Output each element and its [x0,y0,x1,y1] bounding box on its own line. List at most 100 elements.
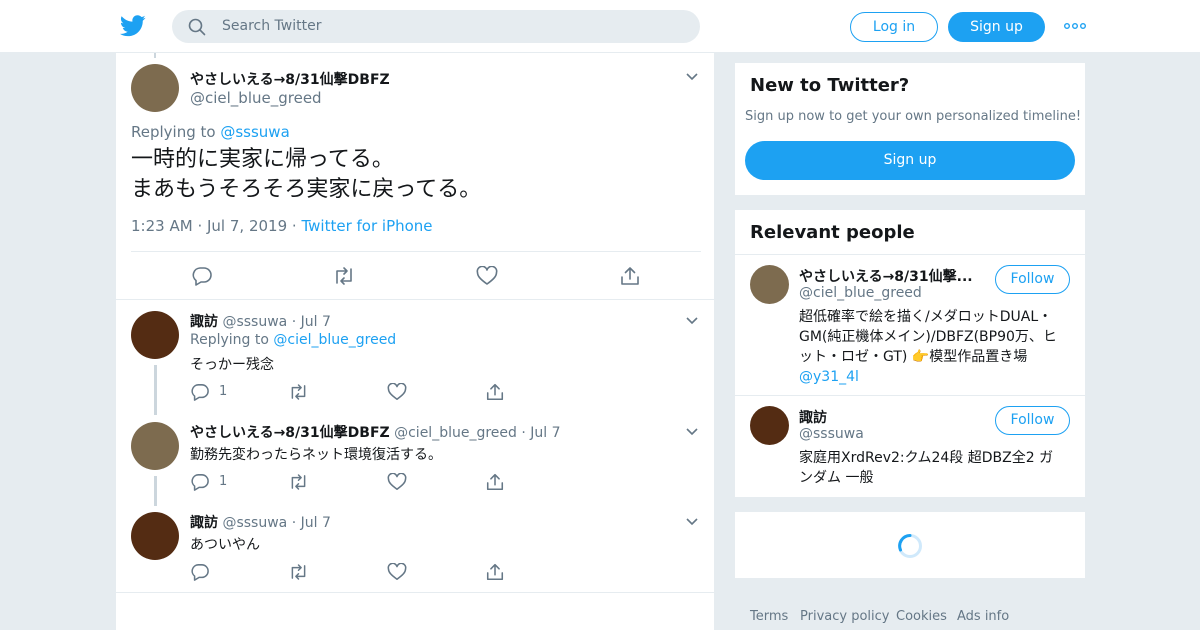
chevron-down-icon[interactable] [686,73,698,81]
author-handle[interactable]: @sssuwa [222,314,287,330]
separator-dot: · [521,425,526,441]
login-button[interactable]: Log in [850,12,938,42]
panel-subtitle: Sign up now to get your own personalized… [745,109,1082,124]
follow-button[interactable]: Follow [995,406,1070,435]
retweet-icon[interactable] [288,563,309,581]
divider [735,395,1085,396]
signup-button[interactable]: Sign up [948,12,1045,42]
chevron-down-icon[interactable] [686,518,698,526]
top-bar: Search Twitter Log in Sign up [0,0,1200,53]
chevron-down-icon[interactable] [686,428,698,436]
tweet-date[interactable]: Jul 7, 2019 [207,217,287,235]
like-icon[interactable] [387,473,407,491]
author-handle[interactable]: @sssuwa [222,515,287,531]
footer-privacy-link[interactable]: Privacy policy [800,609,889,624]
share-icon[interactable] [485,562,505,582]
bio-line: ット・ロゼ・GT) 👉模型作品置き場 [799,349,1028,365]
retweet-icon[interactable] [288,383,309,401]
share-icon[interactable] [485,382,505,402]
avatar[interactable] [131,311,179,359]
author-name[interactable]: やさしいえる→8/31仙撃DBFZ [190,69,390,89]
footer-ads-link[interactable]: Ads info [957,609,1009,624]
like-icon[interactable] [387,383,407,401]
avatar[interactable] [131,64,179,112]
divider [116,592,716,593]
reply-count: 1 [219,384,228,399]
tweet-date[interactable]: Jul 7 [301,314,331,330]
like-icon[interactable] [476,266,498,286]
retweet-icon[interactable] [288,473,309,491]
more-options-icon[interactable] [1064,18,1086,34]
search-icon [188,18,206,36]
avatar[interactable] [131,422,179,470]
share-icon[interactable] [619,265,641,287]
panel-title: New to Twitter? [750,75,910,96]
tweet-header: 諏訪 @sssuwa · Jul 7 [190,512,331,532]
thread-connector [154,53,156,58]
avatar[interactable] [131,512,179,560]
tweet-source[interactable]: Twitter for iPhone [301,217,432,235]
person-bio: 超低確率で絵を描く/メダロットDUAL・ GM(純正機体メイン)/DBFZ(BP… [799,307,1079,387]
replying-prefix: Replying to [131,123,216,141]
person-name[interactable]: やさしいえる→8/31仙撃... [799,266,973,286]
author-name[interactable]: 諏訪 [190,314,218,330]
panel-title: Relevant people [750,222,915,243]
like-icon[interactable] [387,563,407,581]
person-handle[interactable]: @sssuwa [799,426,864,442]
sidebar-signup-button[interactable]: Sign up [745,141,1075,180]
tweet-text: あついやん [190,537,260,553]
replying-to-link[interactable]: @ciel_blue_greed [273,332,396,348]
tweet-metadata: 1:23 AM · Jul 7, 2019 · Twitter for iPho… [131,217,433,235]
separator-dot: · [291,515,297,531]
footer-terms-link[interactable]: Terms [750,609,788,624]
author-name[interactable]: やさしいえる→8/31仙撃DBFZ [190,425,390,441]
author-handle[interactable]: @ciel_blue_greed [394,425,517,441]
tweet-text: 一時的に実家に帰ってる。 まあもうそろそろ実家に戻ってる。 [131,145,481,205]
tweet-text: そっかー残念 [190,357,274,373]
footer-cookies-link[interactable]: Cookies [896,609,947,624]
reply-icon[interactable] [191,266,213,286]
follow-button[interactable]: Follow [995,265,1070,294]
share-icon[interactable] [485,472,505,492]
tweet-header: やさしいえる→8/31仙撃DBFZ @ciel_blue_greed · Jul… [190,422,561,442]
thread-connector [154,365,157,415]
author-name[interactable]: 諏訪 [190,515,218,531]
search-input[interactable]: Search Twitter [172,10,700,43]
tweet-time[interactable]: 1:23 AM [131,217,193,235]
relevant-people-panel: Relevant people やさしいえる→8/31仙撃... @ciel_b… [735,210,1085,497]
signup-panel: New to Twitter? Sign up now to get your … [735,63,1085,195]
person-name[interactable]: 諏訪 [799,407,827,427]
bio-link[interactable]: @y31_4l [799,367,1079,387]
separator-dot: · [291,217,297,235]
separator-dot: · [291,314,297,330]
person-bio: 家庭用XrdRev2:クム24段 超DBZ全2 ガ ンダム 一般 [799,448,1079,488]
tweet-thread: やさしいえる→8/31仙撃DBFZ @ciel_blue_greed Reply… [115,53,716,630]
separator-dot: · [197,217,203,235]
replying-to: Replying to @sssuwa [131,123,290,141]
search-placeholder: Search Twitter [222,18,322,34]
tweet-date[interactable]: Jul 7 [301,515,331,531]
replying-to-link[interactable]: @sssuwa [220,123,289,141]
tweet-text-line: 一時的に実家に帰ってる。 [131,147,394,172]
reply-icon[interactable] [190,383,210,401]
loading-panel [735,512,1085,578]
divider [735,254,1085,255]
author-handle[interactable]: @ciel_blue_greed [190,89,322,107]
bio-line: 家庭用XrdRev2:クム24段 超DBZ全2 ガ [799,450,1054,466]
tweet-date[interactable]: Jul 7 [530,425,560,441]
bio-line: 超低確率で絵を描く/メダロットDUAL・ [799,309,1053,325]
reply-icon[interactable] [190,473,210,491]
reply-icon[interactable] [190,563,210,581]
retweet-icon[interactable] [332,266,356,286]
avatar[interactable] [750,265,789,304]
bio-line: GM(純正機体メイン)/DBFZ(BP90万、ヒ [799,329,1057,345]
thread-connector [154,476,157,506]
chevron-down-icon[interactable] [686,317,698,325]
replying-to: Replying to @ciel_blue_greed [190,332,396,348]
person-handle[interactable]: @ciel_blue_greed [799,285,922,301]
reply-count: 1 [219,474,228,489]
divider [116,299,716,300]
twitter-bird-icon[interactable] [120,14,146,38]
tweet-text-line: まあもうそろそろ実家に戻ってる。 [131,177,482,202]
avatar[interactable] [750,406,789,445]
